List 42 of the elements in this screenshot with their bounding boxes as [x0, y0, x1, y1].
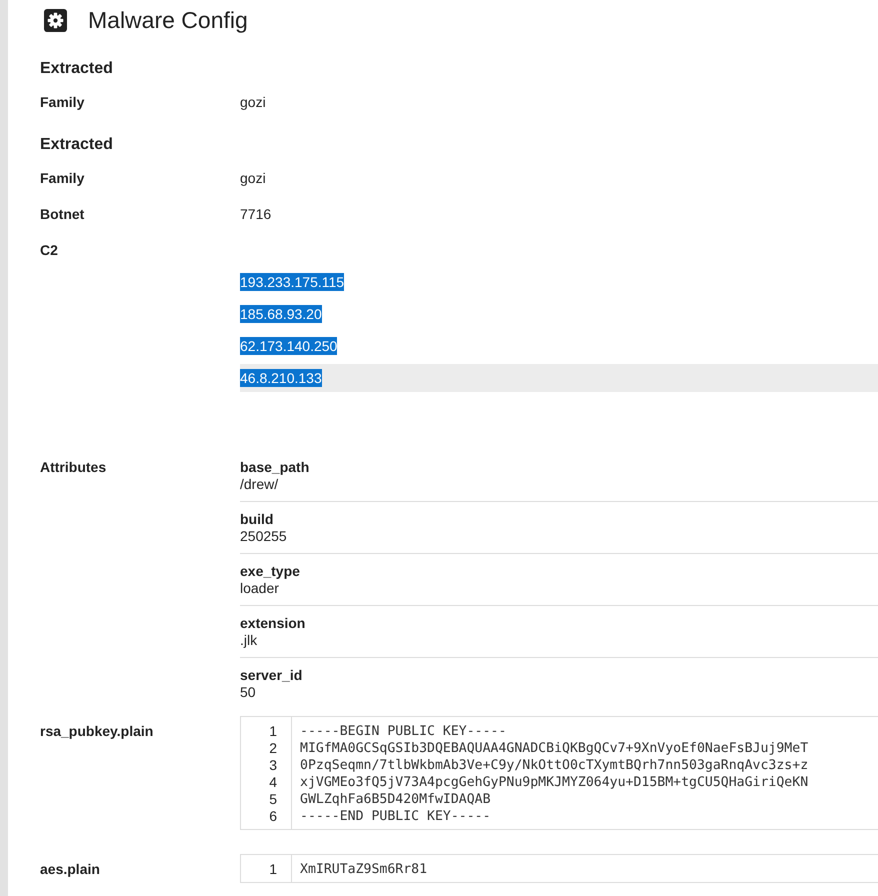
line-number: 4	[269, 774, 277, 791]
section-heading: Extracted	[40, 135, 113, 155]
ip-address: 46.8.210.133	[240, 369, 322, 387]
field-label: Family	[40, 168, 86, 188]
attribute-key: exe_type	[240, 563, 300, 580]
attribute-key: extension	[240, 615, 306, 632]
attribute-value: 250255	[240, 528, 287, 545]
code-line: 0PzqSeqmn/7tlbWkbmAb3Ve+C9y/NkOttO0cTXymtBQrh7nn503gaRnqAvc3zs+z	[300, 757, 808, 774]
field-label: rsa_pubkey.plain	[40, 723, 154, 740]
field-value: gozi	[240, 92, 266, 112]
attribute-value: 50	[240, 684, 256, 701]
page-title: Malware Config	[88, 6, 248, 35]
attribute-key: build	[240, 511, 274, 528]
attribute-value: loader	[240, 580, 279, 597]
field-label: aes.plain	[40, 861, 101, 878]
ip-address: 185.68.93.20	[240, 305, 322, 323]
code-line: GWLZqhFa6B5D420MfwIDAQAB	[300, 791, 491, 808]
line-number: 3	[269, 757, 277, 774]
code-line: -----END PUBLIC KEY-----	[300, 808, 491, 825]
ip-address: 193.233.175.115	[240, 273, 344, 291]
attribute-value: /drew/	[240, 476, 278, 493]
field-value: gozi	[240, 168, 266, 188]
line-number: 1	[269, 723, 277, 740]
line-number: 1	[269, 861, 277, 878]
attribute-key: base_path	[240, 459, 310, 476]
attribute-value: .jlk	[240, 632, 258, 649]
ip-address: 62.173.140.250	[240, 337, 338, 355]
line-number: 2	[269, 740, 277, 757]
code-line: xjVGMEo3fQ5jV73A4pcgGehGyPNu9pMKJMYZ064yu+D15BM+tgCU5QHaGiriQeKN	[300, 774, 808, 791]
code-line: XmIRUTaZ9Sm6Rr81	[300, 861, 428, 878]
code-line: MIGfMA0GCSqGSIb3DQEBAQUAA4GNADCBiQKBgQCv7+9XnVyoEf0NaeFsBJuj9MeT	[300, 740, 808, 757]
attribute-key: server_id	[240, 667, 302, 684]
settings-icon	[44, 8, 67, 32]
field-label: C2	[40, 240, 59, 260]
field-label: Botnet	[40, 204, 86, 224]
section-heading: Extracted	[40, 59, 113, 79]
line-number: 6	[269, 808, 277, 825]
field-label: Family	[40, 92, 86, 112]
field-label: Attributes	[40, 459, 108, 476]
line-number: 5	[269, 791, 277, 808]
code-line: -----BEGIN PUBLIC KEY-----	[300, 723, 506, 740]
field-value: 7716	[240, 204, 272, 224]
